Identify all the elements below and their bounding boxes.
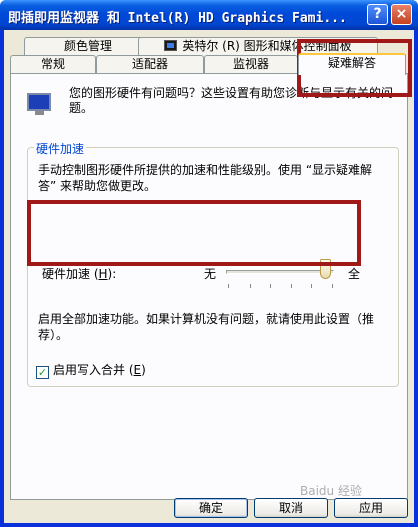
apply-button[interactable]: 应用 (334, 498, 408, 518)
acceleration-slider-track[interactable] (226, 270, 334, 274)
tab-label: 监视器 (232, 57, 269, 71)
title-bar[interactable]: 即插即用监视器 和 Intel(R) HD Graphics Fami... ?… (0, 0, 418, 30)
tab-label: 适配器 (131, 57, 168, 71)
slider-label: 硬件加速 (H): (42, 267, 117, 281)
write-combining-checkbox[interactable]: ✓ (36, 366, 49, 379)
tab-general[interactable]: 常规 (10, 55, 96, 74)
troubleshoot-panel: 您的图形硬件有问题吗？这些设置有助您诊断与显示有关的问题。 硬件加速 手动控制图… (10, 73, 408, 500)
group-description: 手动控制图形硬件所提供的加速和性能级别。使用 “显示疑难解答” 来帮助您做更改。 (38, 163, 373, 193)
tab-monitor[interactable]: 监视器 (204, 55, 298, 74)
slider-min-label: 无 (204, 267, 217, 281)
acceleration-level-description: 启用全部加速功能。如果计算机没有问题，就请使用此设置（推荐）。 (38, 312, 375, 342)
slider-tick (250, 284, 251, 288)
window-title: 即插即用监视器 和 Intel(R) HD Graphics Fami... (8, 11, 347, 26)
monitor-icon (27, 93, 53, 117)
annotation-box-slider (27, 200, 361, 266)
slider-ticks (228, 284, 333, 288)
hardware-acceleration-group: 硬件加速 手动控制图形硬件所提供的加速和性能级别。使用 “显示疑难解答” 来帮助… (27, 140, 399, 387)
tab-troubleshoot[interactable]: 疑难解答 (298, 53, 406, 75)
slider-tick (270, 284, 271, 288)
group-legend: 硬件加速 (34, 140, 87, 157)
slider-tick (291, 284, 292, 288)
slider-tick (311, 284, 312, 288)
watermark: Baidu 经验 (300, 484, 362, 498)
tab-color-management[interactable]: 颜色管理 (24, 37, 152, 56)
help-button[interactable]: ? (367, 4, 388, 25)
dialog-client-area: 颜色管理 英特尔 (R) 图形和媒体控制面板 常规 适配器 监视器 疑难解答 您… (4, 30, 414, 523)
slider-tick (332, 284, 333, 288)
cancel-button[interactable]: 取消 (254, 498, 328, 518)
intel-graphics-icon (164, 40, 178, 51)
tab-label: 常规 (40, 57, 65, 71)
slider-max-label: 全 (348, 267, 361, 281)
write-combining-option[interactable]: ✓ 启用写入合并 (E) (36, 361, 146, 379)
tab-adapter[interactable]: 适配器 (96, 55, 204, 74)
close-button[interactable]: × (391, 4, 412, 25)
tab-label: 颜色管理 (63, 39, 112, 53)
ok-button[interactable]: 确定 (174, 498, 248, 518)
dialog-window: 即插即用监视器 和 Intel(R) HD Graphics Fami... ?… (0, 0, 418, 527)
tab-label: 疑难解答 (327, 56, 376, 70)
